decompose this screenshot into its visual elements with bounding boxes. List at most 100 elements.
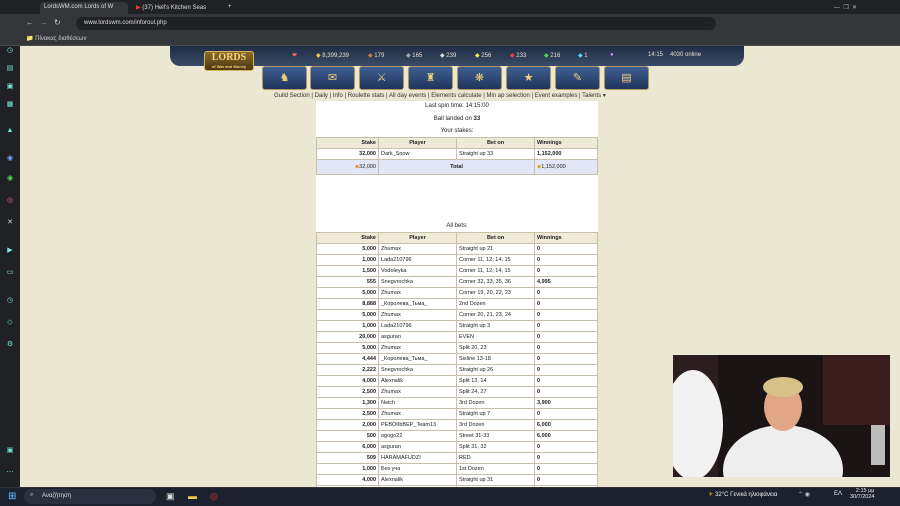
ball-landed-text: Ball landed on 33: [433, 116, 481, 122]
apps-icon[interactable]: ▦: [5, 100, 15, 110]
file-explorer-icon[interactable]: ▬: [188, 491, 197, 501]
nav-character-button[interactable]: ♞: [262, 66, 307, 90]
table-row: 1,000 Без уча 1st Dozen 0: [316, 463, 598, 475]
bet-cell: EVEN: [456, 331, 535, 343]
winnings-cell: 0: [534, 353, 598, 365]
tab-hells-kitchen[interactable]: ▶ (37) Hell's Kitchen Seas: [132, 2, 222, 14]
stake-cell: 1,500: [316, 265, 379, 277]
gem-icon: ◆: [544, 53, 549, 59]
nav-rating-button[interactable]: ★: [506, 66, 551, 90]
player-cell[interactable]: Vodoleyka: [378, 265, 457, 277]
player-cell[interactable]: ogogo22: [378, 430, 457, 442]
player-cell[interactable]: PEBOIIbBEP_Team13: [378, 419, 457, 431]
player-cell[interactable]: Lada210796: [378, 254, 457, 266]
twitch-icon[interactable]: ▣: [5, 82, 15, 92]
ball-number: 33: [473, 116, 481, 122]
nav-battles-button[interactable]: ⚔: [359, 66, 404, 90]
arc-icon[interactable]: ▲: [5, 126, 15, 136]
player-cell[interactable]: Snegvrochka: [378, 364, 457, 376]
tab-lordswm[interactable]: LordsWM.com Lords of W: [40, 2, 128, 14]
player-cell[interactable]: _Королева_Тьма_: [378, 298, 457, 310]
nav-guilds-button[interactable]: ❋: [457, 66, 502, 90]
task-view-icon[interactable]: ▣: [166, 491, 175, 502]
nav-tavern-button[interactable]: ♜: [408, 66, 453, 90]
bookmark-label: Πίνακας διαθέσεων: [35, 36, 87, 42]
winnings-cell: 0: [534, 331, 598, 343]
nav-map-button[interactable]: ✉: [310, 66, 355, 90]
table-row: 5,000 Zhumax Corner 20, 21, 23, 24 0: [316, 309, 598, 321]
start-icon[interactable]: ⊞: [8, 491, 16, 502]
forward-icon[interactable]: →: [40, 18, 48, 27]
player-cell[interactable]: Zhumax: [378, 287, 457, 299]
player-cell[interactable]: Zhumax: [378, 386, 457, 398]
gems-resource: ◆ 216: [544, 53, 561, 59]
bet-cell: Split 20, 23: [456, 342, 535, 354]
instagram-icon[interactable]: ◎: [5, 196, 15, 206]
new-tab-button[interactable]: +: [224, 2, 234, 14]
bet-cell: Straight up 21: [456, 243, 535, 255]
player-cell[interactable]: Alexnalik: [378, 474, 457, 486]
panel-icon[interactable]: ▣: [5, 446, 15, 456]
cube-icon[interactable]: ◇: [5, 318, 15, 328]
whatsapp-icon[interactable]: ◉: [5, 174, 15, 184]
player-cell[interactable]: Neich: [378, 397, 457, 409]
roulette-panel: Last spin time: 14:15:00 Ball landed on …: [316, 101, 598, 487]
total-stake: 32,000: [359, 164, 376, 170]
tray-icons[interactable]: ⌃ ◉: [798, 491, 810, 498]
player-cell[interactable]: Snegvrochka: [378, 276, 457, 288]
header-player: Player: [378, 232, 457, 244]
wallet-icon[interactable]: ▭: [5, 268, 15, 278]
player-cell[interactable]: Zhumax: [378, 243, 457, 255]
shopping-icon[interactable]: ▤: [5, 64, 15, 74]
player-cell[interactable]: asguran: [378, 331, 457, 343]
stake-cell: 1,000: [316, 254, 379, 266]
player-cell[interactable]: Dark_Snow: [378, 148, 457, 160]
taskbar-search[interactable]: ⌕ Αναζήτηση: [24, 489, 156, 504]
links-bar[interactable]: Guild Section | Daily | Info | Roulette …: [274, 92, 694, 101]
table-row: 1,500 Vodoleyka Corner 11, 12, 14, 15 0: [316, 265, 598, 277]
wood-icon: ◆: [368, 53, 373, 59]
game-logo[interactable]: LORDS of War and Money: [204, 51, 254, 71]
player-icon[interactable]: ▶: [5, 246, 15, 256]
table-row: 20,000 asguran EVEN 0: [316, 331, 598, 343]
bet-cell: Straight up 3: [456, 320, 535, 332]
messenger-icon[interactable]: ◉: [5, 154, 15, 164]
player-cell[interactable]: _Королева_Тьма_: [378, 353, 457, 365]
bookmark-item[interactable]: 📁 Πίνακας διαθέσεων: [26, 35, 86, 42]
nav-chat-button[interactable]: ▤: [604, 66, 649, 90]
table-row: 2,500 Zhumax Straight up 70: [316, 408, 598, 420]
player-cell[interactable]: Alexnalik: [378, 375, 457, 387]
clock[interactable]: 2:15 μμ 30/7/2024: [850, 488, 874, 500]
reload-icon[interactable]: ↻: [54, 18, 61, 27]
winnings-cell: 0: [534, 265, 598, 277]
bet-cell: Sixline 13-18: [456, 353, 535, 365]
player-cell[interactable]: Zhumax: [378, 309, 457, 321]
table-row: 509 HARAMAFUDZI RED 0: [316, 452, 598, 464]
address-bar[interactable]: www.lordswm.com/inforoul.php: [76, 17, 716, 30]
weather-widget[interactable]: ☀ 32°C Γενικά ηλιοφάνεια: [708, 491, 777, 498]
clock-icon[interactable]: ◷: [5, 296, 15, 306]
player-cell[interactable]: asguran: [378, 441, 457, 453]
bet-cell: RED: [456, 452, 535, 464]
x-icon[interactable]: ✕: [5, 218, 15, 228]
stake-cell: 2,222: [316, 364, 379, 376]
more-icon[interactable]: ⋯: [5, 468, 15, 478]
player-cell[interactable]: Без уча: [378, 463, 457, 475]
window-controls[interactable]: — ❐ ✕: [830, 2, 890, 14]
nav-forum-button[interactable]: ✎: [555, 66, 600, 90]
video-player-overlay[interactable]: [673, 355, 890, 477]
back-icon[interactable]: ←: [26, 18, 34, 27]
search-placeholder: Αναζήτηση: [42, 493, 71, 499]
your-stakes-table: Stake Player Bet on Winnings 32,000 Dark…: [316, 137, 598, 175]
language-indicator[interactable]: ΕΛ: [834, 491, 842, 497]
history-icon[interactable]: ◷: [5, 46, 15, 56]
player-cell[interactable]: Zhumax: [378, 408, 457, 420]
stake-cell: 5,000: [316, 287, 379, 299]
settings-icon[interactable]: ⚙: [5, 340, 15, 350]
player-cell[interactable]: Lada210796: [378, 320, 457, 332]
diamonds-resource: ◆ 1: [578, 53, 588, 59]
player-cell[interactable]: HARAMAFUDZI: [378, 452, 457, 464]
browser-icon[interactable]: ◎: [210, 491, 218, 502]
bet-cell: Street 31-33: [456, 430, 535, 442]
player-cell[interactable]: Zhumax: [378, 342, 457, 354]
